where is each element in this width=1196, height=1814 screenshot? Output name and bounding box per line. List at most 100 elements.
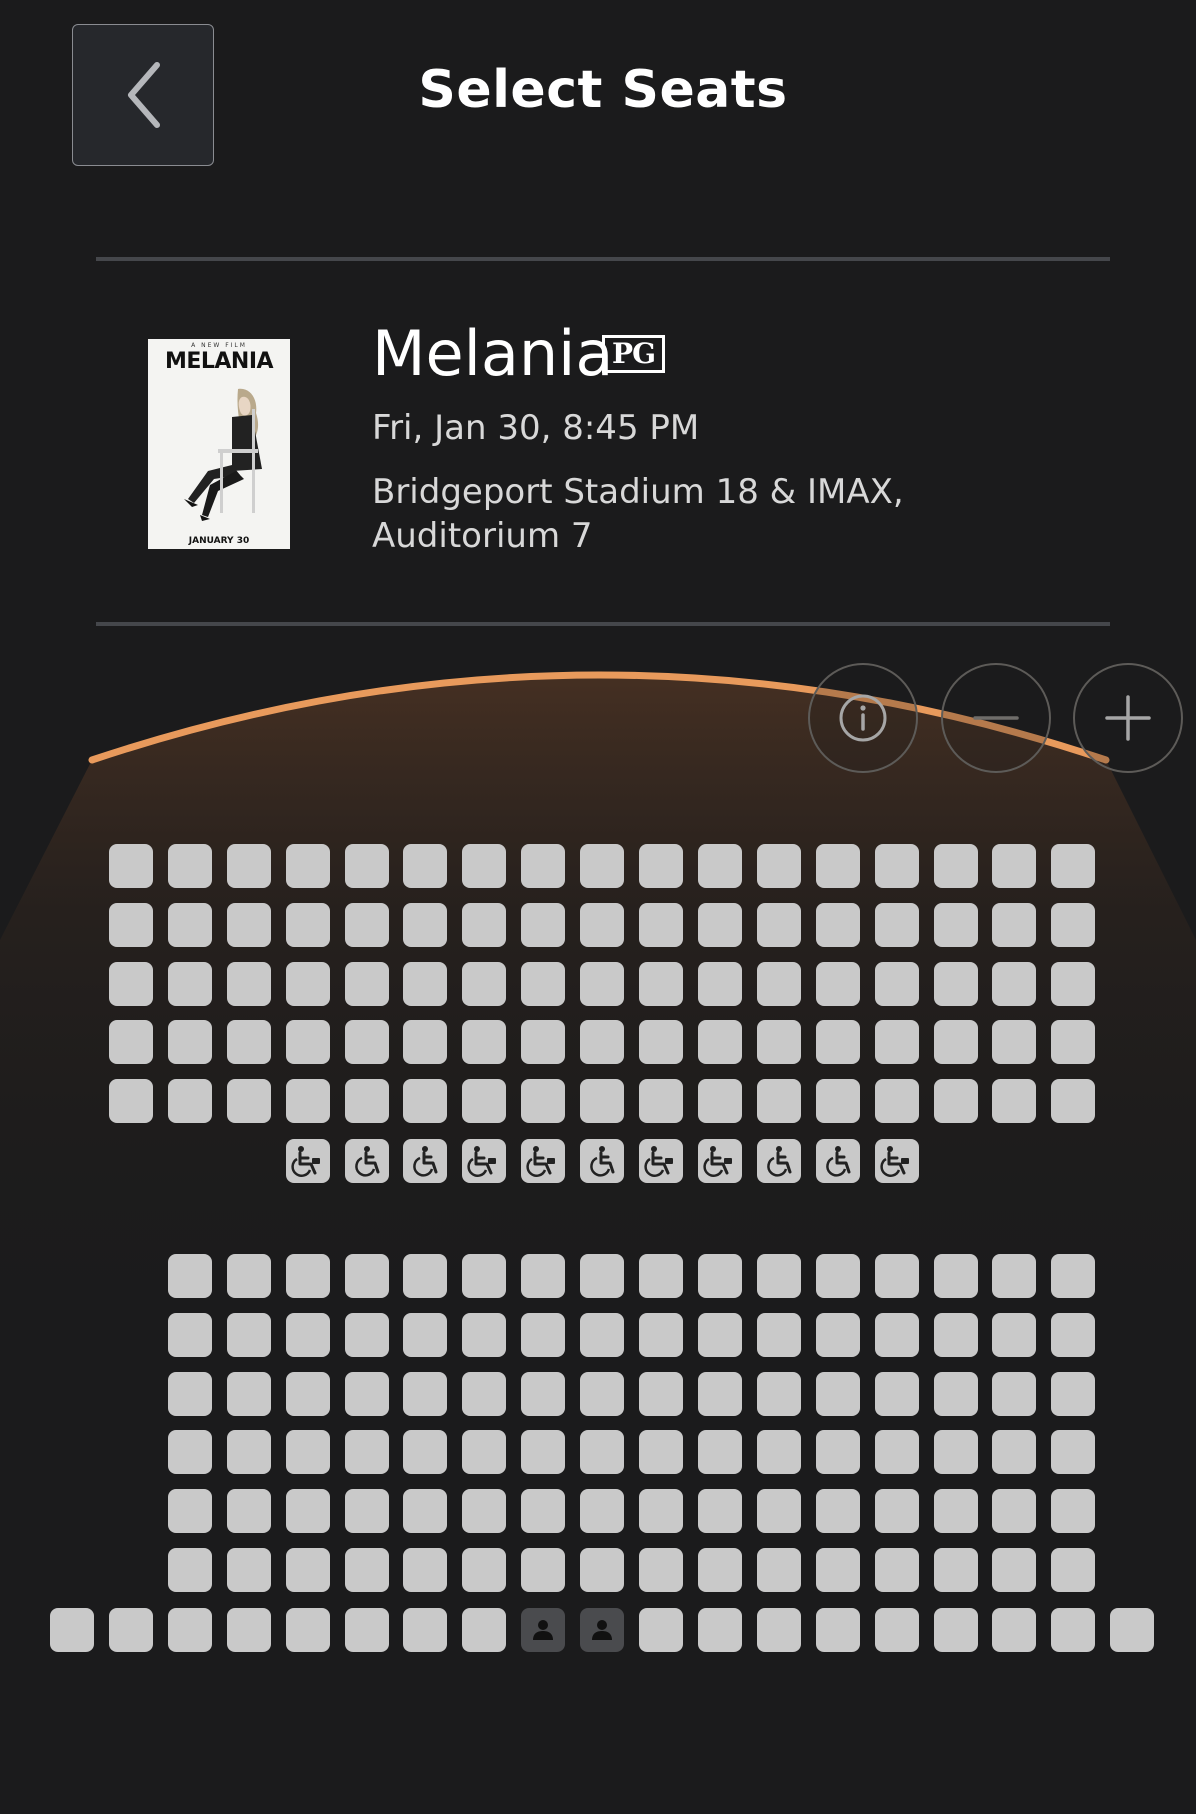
seat[interactable] — [933, 1608, 978, 1652]
seat[interactable] — [815, 1608, 860, 1652]
seat[interactable] — [933, 961, 978, 1006]
seat[interactable] — [1051, 1489, 1096, 1534]
seat[interactable] — [521, 1548, 566, 1592]
seat[interactable] — [403, 902, 448, 947]
seat[interactable] — [639, 1371, 683, 1416]
seat[interactable] — [521, 1254, 566, 1298]
seat[interactable] — [874, 1020, 919, 1065]
seat[interactable] — [403, 1079, 448, 1124]
seat[interactable] — [580, 1371, 625, 1416]
seat[interactable] — [1051, 1371, 1096, 1416]
seat[interactable] — [697, 1020, 742, 1065]
seat[interactable] — [1051, 1312, 1096, 1357]
seat[interactable] — [580, 902, 625, 947]
seat[interactable] — [462, 1254, 507, 1298]
seat[interactable] — [874, 961, 919, 1006]
seat[interactable] — [756, 902, 801, 947]
seat[interactable] — [874, 1312, 919, 1357]
seat[interactable] — [285, 902, 330, 947]
seat[interactable] — [226, 844, 271, 888]
occupied-seat[interactable] — [521, 1608, 566, 1652]
seat[interactable] — [403, 1489, 448, 1534]
seat[interactable] — [933, 1020, 978, 1065]
seat[interactable] — [992, 1371, 1037, 1416]
wheelchair-seat[interactable] — [874, 1139, 919, 1183]
seat[interactable] — [933, 1430, 978, 1475]
seat[interactable] — [344, 1020, 389, 1065]
seat[interactable] — [462, 1608, 507, 1652]
wheelchair-seat[interactable] — [344, 1139, 389, 1183]
seat[interactable] — [403, 1020, 448, 1065]
seat[interactable] — [697, 1608, 742, 1652]
seat[interactable] — [756, 1020, 801, 1065]
seat[interactable] — [874, 1548, 919, 1592]
seat[interactable] — [1051, 1254, 1096, 1298]
wheelchair-seat[interactable] — [815, 1139, 860, 1183]
seat[interactable] — [639, 1548, 683, 1592]
seat[interactable] — [639, 1254, 683, 1298]
seat[interactable] — [992, 1020, 1037, 1065]
seat[interactable] — [756, 1312, 801, 1357]
seat[interactable] — [521, 961, 566, 1006]
seat[interactable] — [344, 1079, 389, 1124]
seat[interactable] — [108, 844, 153, 888]
seat[interactable] — [815, 902, 860, 947]
wheelchair-seat[interactable] — [756, 1139, 801, 1183]
seat[interactable] — [1110, 1608, 1155, 1652]
seat[interactable] — [992, 1312, 1037, 1357]
seat[interactable] — [226, 1548, 271, 1592]
seat[interactable] — [933, 1548, 978, 1592]
seat[interactable] — [697, 844, 742, 888]
seat[interactable] — [285, 1312, 330, 1357]
seat[interactable] — [697, 1371, 742, 1416]
seat[interactable] — [403, 1312, 448, 1357]
seat[interactable] — [874, 1254, 919, 1298]
seat[interactable] — [639, 1312, 683, 1357]
seat[interactable] — [403, 1371, 448, 1416]
seat[interactable] — [992, 1254, 1037, 1298]
seat[interactable] — [1051, 1079, 1096, 1124]
seat[interactable] — [992, 1079, 1037, 1124]
seat[interactable] — [815, 1312, 860, 1357]
wheelchair-seat[interactable] — [697, 1139, 742, 1183]
seat[interactable] — [580, 961, 625, 1006]
seat[interactable] — [344, 1608, 389, 1652]
seat[interactable] — [226, 1430, 271, 1475]
seat[interactable] — [756, 844, 801, 888]
seat[interactable] — [521, 1312, 566, 1357]
seat[interactable] — [992, 844, 1037, 888]
seat[interactable] — [639, 1430, 683, 1475]
seat[interactable] — [815, 961, 860, 1006]
seat[interactable] — [344, 844, 389, 888]
seat[interactable] — [756, 1608, 801, 1652]
seat[interactable] — [344, 961, 389, 1006]
seat[interactable] — [285, 961, 330, 1006]
seat[interactable] — [167, 961, 212, 1006]
seat[interactable] — [697, 902, 742, 947]
seat[interactable] — [226, 1312, 271, 1357]
seat[interactable] — [815, 1489, 860, 1534]
seat[interactable] — [1051, 1020, 1096, 1065]
seat[interactable] — [403, 1548, 448, 1592]
seat[interactable] — [992, 961, 1037, 1006]
seat[interactable] — [992, 1548, 1037, 1592]
wheelchair-seat[interactable] — [521, 1139, 566, 1183]
seat[interactable] — [462, 1020, 507, 1065]
seat[interactable] — [521, 844, 566, 888]
seat[interactable] — [403, 1430, 448, 1475]
seat[interactable] — [580, 844, 625, 888]
seat[interactable] — [992, 1430, 1037, 1475]
seat[interactable] — [285, 1020, 330, 1065]
seat[interactable] — [1051, 1608, 1096, 1652]
seat[interactable] — [285, 1608, 330, 1652]
seat[interactable] — [580, 1312, 625, 1357]
seat[interactable] — [167, 1608, 212, 1652]
seat[interactable] — [697, 1548, 742, 1592]
seat[interactable] — [756, 1430, 801, 1475]
seat[interactable] — [756, 1371, 801, 1416]
seat[interactable] — [697, 1489, 742, 1534]
seat[interactable] — [462, 844, 507, 888]
seat[interactable] — [815, 1254, 860, 1298]
seat[interactable] — [285, 1548, 330, 1592]
seat[interactable] — [933, 1079, 978, 1124]
